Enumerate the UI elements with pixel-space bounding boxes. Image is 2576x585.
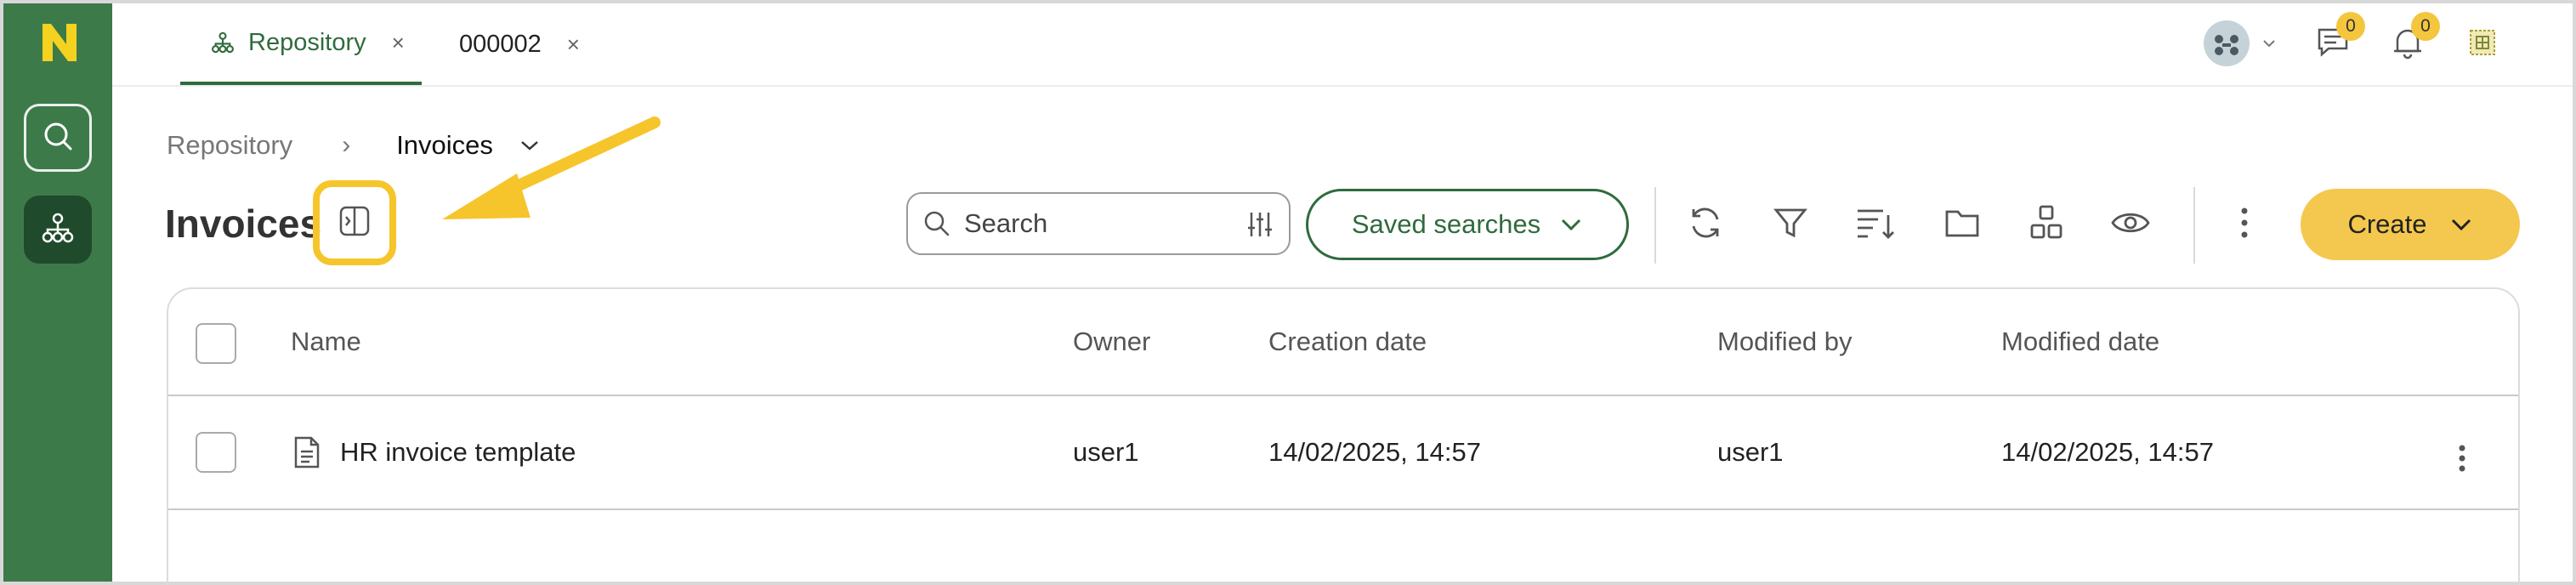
table-row[interactable]: HR invoice template user1 14/02/2025, 14… bbox=[168, 396, 2518, 510]
documents-table: Name Owner Creation date Modified by Mod… bbox=[167, 287, 2520, 585]
notifications-badge: 0 bbox=[2411, 12, 2440, 41]
page-title: Invoices bbox=[165, 202, 322, 246]
left-rail bbox=[3, 3, 112, 582]
layout-icon bbox=[2028, 203, 2067, 247]
document-icon bbox=[292, 435, 321, 469]
breadcrumb-repository[interactable]: Repository bbox=[167, 130, 292, 161]
more-vertical-icon bbox=[2239, 206, 2250, 244]
folder-icon bbox=[1943, 203, 1982, 247]
refresh-icon bbox=[1686, 203, 1725, 247]
top-bar: Repository × 000002 × 0 0 bbox=[112, 3, 2573, 87]
row-checkbox[interactable] bbox=[196, 432, 236, 473]
repository-icon bbox=[211, 31, 235, 54]
rail-repository-button[interactable] bbox=[24, 196, 92, 264]
saved-searches-label: Saved searches bbox=[1351, 209, 1541, 239]
row-creation-date: 14/02/2025, 14:57 bbox=[1268, 437, 1481, 467]
filter-button[interactable] bbox=[1767, 201, 1814, 248]
preview-button[interactable] bbox=[2107, 201, 2154, 248]
sort-button[interactable] bbox=[1852, 201, 1899, 248]
chevron-down-icon[interactable] bbox=[2261, 36, 2277, 55]
annotation-arrow bbox=[442, 116, 661, 219]
eye-icon bbox=[2109, 203, 2152, 247]
filter-settings-icon[interactable] bbox=[1245, 209, 1275, 240]
apps-button[interactable] bbox=[2462, 24, 2503, 65]
table-header: Name Owner Creation date Modified by Mod… bbox=[168, 289, 2518, 396]
tab-label: Repository bbox=[248, 28, 366, 56]
refresh-button[interactable] bbox=[1682, 201, 1729, 248]
tab-000002[interactable]: 000002 × bbox=[440, 3, 610, 85]
panel-toggle-icon bbox=[336, 202, 373, 244]
column-header-modified-date[interactable]: Modified date bbox=[2001, 327, 2159, 357]
funnel-icon bbox=[1771, 203, 1810, 247]
breadcrumb-separator: › bbox=[342, 131, 351, 159]
saved-searches-button[interactable]: Saved searches bbox=[1306, 189, 1629, 260]
layout-button[interactable] bbox=[2023, 201, 2071, 248]
more-vertical-icon[interactable] bbox=[2457, 444, 2467, 473]
chevron-down-icon bbox=[1559, 216, 1583, 233]
sort-icon bbox=[1854, 203, 1897, 247]
column-header-modified-by[interactable]: Modified by bbox=[1717, 327, 1853, 357]
chat-badge: 0 bbox=[2336, 12, 2365, 41]
logo-icon[interactable] bbox=[37, 20, 82, 65]
folder-button[interactable] bbox=[1938, 201, 1986, 248]
column-header-creation-date[interactable]: Creation date bbox=[1268, 327, 1427, 357]
close-icon[interactable]: × bbox=[567, 31, 580, 58]
avatar-icon[interactable] bbox=[2204, 20, 2250, 66]
rail-search-button[interactable] bbox=[24, 104, 92, 172]
search-icon bbox=[922, 208, 952, 239]
toolbar-divider bbox=[1654, 187, 1656, 264]
search-input[interactable] bbox=[964, 208, 1219, 239]
row-name[interactable]: HR invoice template bbox=[340, 437, 576, 468]
tab-label: 000002 bbox=[459, 30, 542, 58]
create-label: Create bbox=[2347, 209, 2427, 239]
more-actions-button[interactable] bbox=[2221, 201, 2268, 248]
search-field[interactable] bbox=[906, 192, 1291, 255]
chevron-down-icon bbox=[2449, 216, 2473, 233]
column-header-name[interactable]: Name bbox=[291, 327, 361, 357]
apps-icon bbox=[2467, 27, 2498, 62]
close-icon[interactable]: × bbox=[392, 30, 405, 56]
column-header-owner[interactable]: Owner bbox=[1073, 327, 1150, 357]
create-button[interactable]: Create bbox=[2301, 189, 2520, 260]
tab-repository[interactable]: Repository × bbox=[180, 3, 422, 85]
row-modified-date: 14/02/2025, 14:57 bbox=[2001, 437, 2214, 467]
repository-icon bbox=[41, 211, 75, 249]
select-all-checkbox[interactable] bbox=[196, 323, 236, 364]
search-icon bbox=[41, 119, 75, 157]
panel-toggle-button[interactable] bbox=[313, 180, 396, 265]
row-owner: user1 bbox=[1073, 437, 1139, 467]
toolbar-divider bbox=[2193, 187, 2195, 264]
row-modified-by: user1 bbox=[1717, 437, 1784, 467]
